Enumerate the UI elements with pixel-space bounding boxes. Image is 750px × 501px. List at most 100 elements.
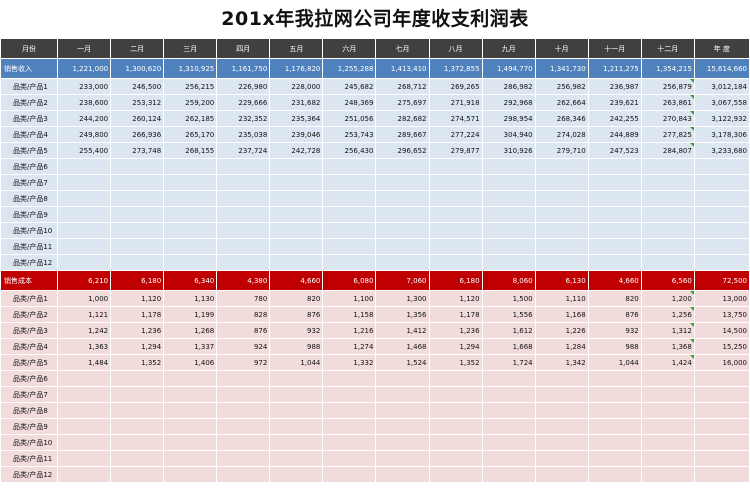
cost-total-cell[interactable]: 6,340	[163, 270, 218, 291]
revenue-total-cell[interactable]: 1,161,750	[216, 58, 271, 79]
revenue-total-cell[interactable]: 1,255,288	[322, 58, 377, 79]
row-label[interactable]: 品类/产品4	[0, 338, 59, 355]
data-cell[interactable]: 1,274	[322, 338, 377, 355]
data-cell[interactable]: 262,664	[534, 94, 589, 111]
data-cell[interactable]: 1,312	[640, 322, 695, 339]
data-cell[interactable]: 1,356	[375, 306, 430, 323]
data-cell[interactable]: 1,130	[163, 290, 218, 307]
data-cell[interactable]: 1,110	[534, 290, 589, 307]
data-cell[interactable]	[322, 386, 377, 403]
data-cell[interactable]	[269, 402, 324, 419]
data-cell[interactable]: 239,621	[587, 94, 642, 111]
column-header[interactable]: 五月	[269, 38, 324, 59]
data-cell[interactable]: 3,233,680	[693, 142, 750, 159]
revenue-total-cell[interactable]: 1,300,620	[110, 58, 165, 79]
data-cell[interactable]	[534, 434, 589, 451]
revenue-total-cell[interactable]: 1,413,410	[375, 58, 430, 79]
row-label[interactable]: 品类/产品5	[0, 354, 59, 371]
data-cell[interactable]	[428, 174, 483, 191]
data-cell[interactable]	[428, 370, 483, 387]
row-label[interactable]: 品类/产品10	[0, 222, 59, 239]
data-cell[interactable]: 14,500	[693, 322, 750, 339]
data-cell[interactable]: 1,178	[110, 306, 165, 323]
row-label[interactable]: 品类/产品9	[0, 206, 59, 223]
data-cell[interactable]: 1,044	[269, 354, 324, 371]
column-header[interactable]: 十二月	[640, 38, 695, 59]
data-cell[interactable]: 1,342	[534, 354, 589, 371]
data-cell[interactable]: 270,843	[640, 110, 695, 127]
data-cell[interactable]: 271,918	[428, 94, 483, 111]
data-cell[interactable]	[534, 370, 589, 387]
data-cell[interactable]	[640, 238, 695, 255]
data-cell[interactable]: 1,268	[163, 322, 218, 339]
data-cell[interactable]	[481, 206, 536, 223]
data-cell[interactable]	[375, 418, 430, 435]
data-cell[interactable]: 1,284	[534, 338, 589, 355]
data-cell[interactable]	[534, 158, 589, 175]
data-cell[interactable]: 1,352	[110, 354, 165, 371]
data-cell[interactable]	[481, 434, 536, 451]
row-label[interactable]: 品类/产品3	[0, 110, 59, 127]
row-label[interactable]: 品类/产品6	[0, 370, 59, 387]
data-cell[interactable]: 304,940	[481, 126, 536, 143]
revenue-total-cell[interactable]: 15,614,660	[693, 58, 750, 79]
data-cell[interactable]: 1,044	[587, 354, 642, 371]
data-cell[interactable]: 1,200	[640, 290, 695, 307]
data-cell[interactable]: 239,046	[269, 126, 324, 143]
data-cell[interactable]	[269, 386, 324, 403]
column-header[interactable]: 年 度	[693, 38, 750, 59]
data-cell[interactable]: 256,430	[322, 142, 377, 159]
data-cell[interactable]	[693, 418, 750, 435]
data-cell[interactable]	[216, 222, 271, 239]
data-cell[interactable]: 289,667	[375, 126, 430, 143]
data-cell[interactable]: 1,199	[163, 306, 218, 323]
data-cell[interactable]: 1,120	[110, 290, 165, 307]
data-cell[interactable]	[322, 158, 377, 175]
data-cell[interactable]: 1,468	[375, 338, 430, 355]
cost-total-cell[interactable]: 6,130	[534, 270, 589, 291]
data-cell[interactable]	[322, 450, 377, 467]
column-header[interactable]: 九月	[481, 38, 536, 59]
data-cell[interactable]: 266,936	[110, 126, 165, 143]
data-cell[interactable]	[640, 434, 695, 451]
data-cell[interactable]	[110, 450, 165, 467]
data-cell[interactable]	[481, 158, 536, 175]
data-cell[interactable]	[587, 370, 642, 387]
row-label[interactable]: 品类/产品10	[0, 434, 59, 451]
data-cell[interactable]	[269, 434, 324, 451]
data-cell[interactable]	[57, 158, 112, 175]
data-cell[interactable]	[163, 450, 218, 467]
data-cell[interactable]	[57, 466, 112, 483]
data-cell[interactable]	[110, 386, 165, 403]
row-label[interactable]: 品类/产品11	[0, 450, 59, 467]
row-label[interactable]: 品类/产品2	[0, 94, 59, 111]
data-cell[interactable]	[481, 254, 536, 271]
data-cell[interactable]	[587, 254, 642, 271]
data-cell[interactable]: 15,250	[693, 338, 750, 355]
data-cell[interactable]: 1,352	[428, 354, 483, 371]
data-cell[interactable]: 274,028	[534, 126, 589, 143]
data-cell[interactable]	[163, 418, 218, 435]
data-cell[interactable]	[216, 370, 271, 387]
data-cell[interactable]: 273,748	[110, 142, 165, 159]
data-cell[interactable]	[110, 238, 165, 255]
data-cell[interactable]	[428, 158, 483, 175]
data-cell[interactable]	[269, 222, 324, 239]
data-cell[interactable]	[322, 466, 377, 483]
data-cell[interactable]: 310,926	[481, 142, 536, 159]
revenue-total-cell[interactable]: 1,341,730	[534, 58, 589, 79]
data-cell[interactable]	[163, 238, 218, 255]
data-cell[interactable]	[163, 370, 218, 387]
revenue-total-label[interactable]: 销售收入	[0, 58, 59, 79]
data-cell[interactable]: 3,122,932	[693, 110, 750, 127]
data-cell[interactable]: 3,012,184	[693, 78, 750, 95]
data-cell[interactable]	[587, 206, 642, 223]
data-cell[interactable]	[163, 254, 218, 271]
data-cell[interactable]: 286,982	[481, 78, 536, 95]
data-cell[interactable]: 259,200	[163, 94, 218, 111]
revenue-total-cell[interactable]: 1,176,820	[269, 58, 324, 79]
data-cell[interactable]	[110, 402, 165, 419]
data-cell[interactable]	[216, 386, 271, 403]
data-cell[interactable]: 226,980	[216, 78, 271, 95]
cost-total-cell[interactable]: 4,380	[216, 270, 271, 291]
